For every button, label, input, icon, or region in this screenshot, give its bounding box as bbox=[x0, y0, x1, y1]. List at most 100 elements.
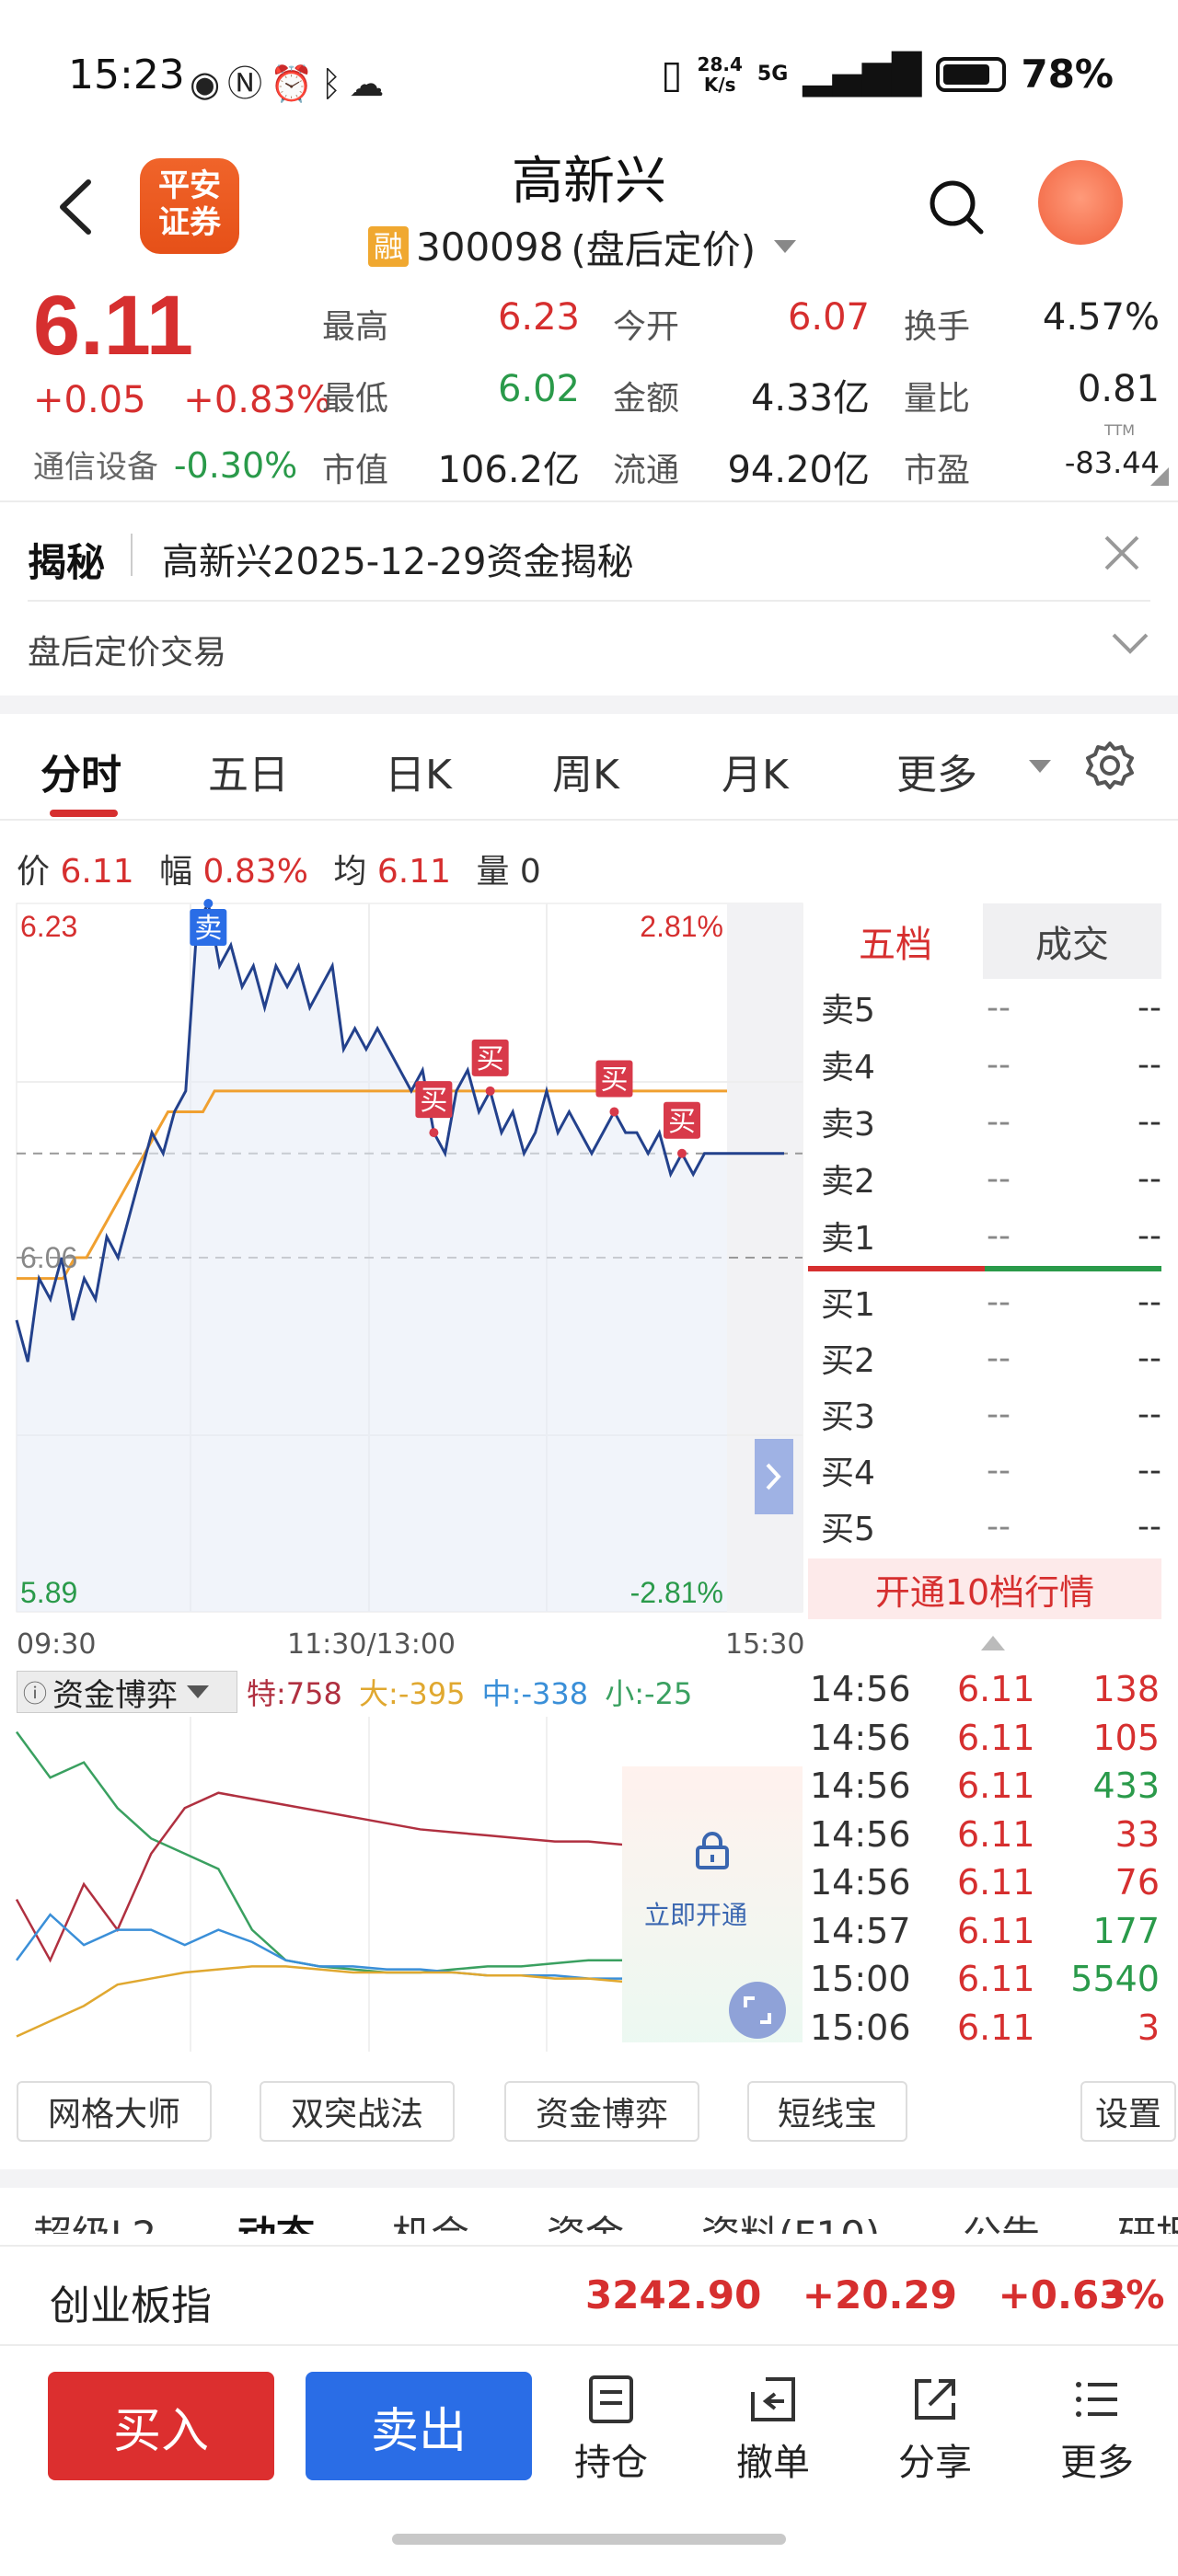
home-indicator[interactable] bbox=[392, 2534, 786, 2545]
trade-volume: 5540 bbox=[1070, 1959, 1160, 1999]
bid-row[interactable]: 买4 -- -- bbox=[821, 1442, 1161, 1499]
index-values: 3242.90 +20.29 +0.63% bbox=[585, 2272, 1165, 2317]
trade-row[interactable]: 15:06 6.11 3 bbox=[810, 2004, 1160, 2052]
chart-expand-button[interactable] bbox=[755, 1439, 793, 1514]
fullscreen-icon[interactable] bbox=[729, 1982, 786, 2039]
sector-name: 通信设备 bbox=[33, 449, 158, 486]
close-icon[interactable] bbox=[1097, 528, 1147, 578]
axis-close-time: 15:30 bbox=[725, 1628, 805, 1661]
trade-row[interactable]: 14:56 6.11 105 bbox=[810, 1714, 1160, 1762]
buy-marker-label: 买 bbox=[600, 1064, 628, 1096]
ask-level-label: 卖3 bbox=[821, 1106, 875, 1144]
more-label: 更多 bbox=[1060, 2442, 1134, 2484]
bid-row[interactable]: 买1 -- -- bbox=[821, 1273, 1161, 1330]
chevron-down-icon[interactable] bbox=[1110, 629, 1150, 657]
ask-row[interactable]: 卖4 -- -- bbox=[821, 1036, 1161, 1093]
bid-price: -- bbox=[987, 1395, 1011, 1433]
cancel-order-icon bbox=[751, 2377, 795, 2421]
subtab-1[interactable]: 动态 bbox=[237, 2204, 315, 2234]
bid-row[interactable]: 买2 -- -- bbox=[821, 1329, 1161, 1386]
tab-4[interactable]: 月K bbox=[722, 742, 789, 800]
share-label: 分享 bbox=[898, 2442, 972, 2484]
subtab-0[interactable]: 超级L2 bbox=[33, 2204, 156, 2234]
tab-order-book[interactable]: 五档 bbox=[808, 903, 983, 979]
news-headline[interactable]: 高新兴2025-12-29资金揭秘 bbox=[162, 532, 633, 585]
status-notification-icons: ◉Ⓝ⏰ᛒ☁ bbox=[190, 55, 391, 106]
gear-icon[interactable] bbox=[1084, 740, 1136, 791]
ask-row[interactable]: 卖1 -- -- bbox=[821, 1207, 1161, 1264]
intraday-chart[interactable]: 卖买买买买6.235.892.81%-2.81%6.06 bbox=[0, 892, 810, 1628]
trade-row[interactable]: 14:57 6.11 177 bbox=[810, 1907, 1160, 1955]
chevron-down-icon bbox=[774, 240, 797, 253]
trade-time: 14:56 bbox=[810, 1862, 911, 1903]
ask-row[interactable]: 卖2 -- -- bbox=[821, 1150, 1161, 1207]
chevron-down-icon bbox=[1029, 760, 1051, 773]
ask-volume: -- bbox=[1138, 1045, 1161, 1084]
subtab-6[interactable]: 研报 bbox=[1117, 2204, 1178, 2234]
status-right: ▯ 28.4 K/s 5G ▂▄▆█ 78% bbox=[661, 52, 1114, 97]
sell-button[interactable]: 卖出 bbox=[306, 2372, 532, 2480]
trade-row[interactable]: 14:56 6.11 138 bbox=[810, 1665, 1160, 1713]
vibrate-icon: ▯ bbox=[661, 52, 683, 97]
trade-time: 15:06 bbox=[810, 2007, 911, 2048]
trade-marker-dot bbox=[429, 1128, 439, 1138]
bid-row[interactable]: 买3 -- -- bbox=[821, 1386, 1161, 1443]
alarm-icon: ⏰ bbox=[270, 63, 321, 104]
collapse-up-icon[interactable] bbox=[981, 1636, 1005, 1650]
unlock-label[interactable]: 立即开通 bbox=[644, 1895, 747, 1932]
lock-icon bbox=[696, 1832, 729, 1869]
eye-icon: ◉ bbox=[190, 63, 228, 104]
tab-1[interactable]: 五日 bbox=[208, 742, 289, 800]
tool-button-0[interactable]: 网格大师 bbox=[17, 2081, 212, 2142]
ask-volume: -- bbox=[1138, 1159, 1161, 1198]
divider bbox=[0, 500, 1178, 502]
open-10-level-button[interactable]: 开通10档行情 bbox=[808, 1558, 1161, 1619]
battery-percent: 78% bbox=[1021, 52, 1114, 97]
flow-xiao-label: 小: bbox=[605, 1676, 645, 1711]
search-icon[interactable] bbox=[926, 177, 987, 237]
stock-code-selector[interactable]: 融 300098 (盘后定价) bbox=[368, 221, 797, 272]
subtab-4[interactable]: 资料(F10) bbox=[701, 2204, 880, 2234]
flow-selector[interactable]: ⓘ 资金博弈 bbox=[17, 1671, 237, 1714]
more-button[interactable]: 更多 bbox=[1042, 2374, 1152, 2486]
volume-label: 量 bbox=[476, 853, 510, 891]
subtab-2[interactable]: 机会 bbox=[392, 2204, 469, 2234]
assistant-avatar[interactable] bbox=[1038, 160, 1123, 245]
trade-volume: 76 bbox=[1114, 1862, 1160, 1903]
trade-row[interactable]: 14:56 6.11 76 bbox=[810, 1858, 1160, 1906]
tool-button-4[interactable]: 设置 bbox=[1080, 2081, 1176, 2142]
ask-row[interactable]: 卖3 -- -- bbox=[821, 1093, 1161, 1150]
quote-label-7: 流通 bbox=[613, 452, 680, 489]
tab-trades[interactable]: 成交 bbox=[983, 903, 1161, 979]
ask-row[interactable]: 卖5 -- -- bbox=[821, 979, 1161, 1036]
buy-button[interactable]: 买入 bbox=[48, 2372, 274, 2480]
holdings-button[interactable]: 持仓 bbox=[556, 2374, 666, 2486]
after-hours-trading[interactable]: 盘后定价交易 bbox=[28, 626, 226, 673]
tool-button-1[interactable]: 双突战法 bbox=[260, 2081, 455, 2142]
trade-row[interactable]: 15:00 6.11 5540 bbox=[810, 1955, 1160, 2003]
subtab-3[interactable]: 资金 bbox=[547, 2204, 624, 2234]
flow-te: 758 bbox=[285, 1676, 342, 1711]
ask-level-label: 卖4 bbox=[821, 1049, 875, 1087]
trade-time: 14:56 bbox=[810, 1813, 911, 1855]
bid-row[interactable]: 买5 -- -- bbox=[821, 1498, 1161, 1555]
section-gap bbox=[0, 696, 1178, 714]
tool-button-2[interactable]: 资金博弈 bbox=[504, 2081, 699, 2142]
tab-5[interactable]: 更多 bbox=[896, 742, 977, 800]
trade-row[interactable]: 14:56 6.11 33 bbox=[810, 1811, 1160, 1858]
trade-row[interactable]: 14:56 6.11 433 bbox=[810, 1762, 1160, 1810]
tab-0[interactable]: 分时 bbox=[40, 742, 121, 800]
share-button[interactable]: 分享 bbox=[880, 2374, 990, 2486]
trade-time: 14:56 bbox=[810, 1669, 911, 1709]
battery-fill bbox=[943, 63, 990, 85]
bluetooth-icon: ᛒ bbox=[320, 63, 350, 104]
tab-3[interactable]: 周K bbox=[552, 742, 619, 800]
subtab-5[interactable]: 公告 bbox=[963, 2204, 1040, 2234]
tab-active-indicator bbox=[50, 810, 118, 817]
tab-2[interactable]: 日K bbox=[385, 742, 452, 800]
trade-price: 6.11 bbox=[957, 1765, 1035, 1806]
tool-button-3[interactable]: 短线宝 bbox=[747, 2081, 907, 2142]
sector-info[interactable]: 通信设备 -0.30% bbox=[33, 442, 297, 487]
cancel-order-button[interactable]: 撤单 bbox=[718, 2374, 828, 2486]
corner-expand-icon[interactable] bbox=[1150, 467, 1169, 486]
